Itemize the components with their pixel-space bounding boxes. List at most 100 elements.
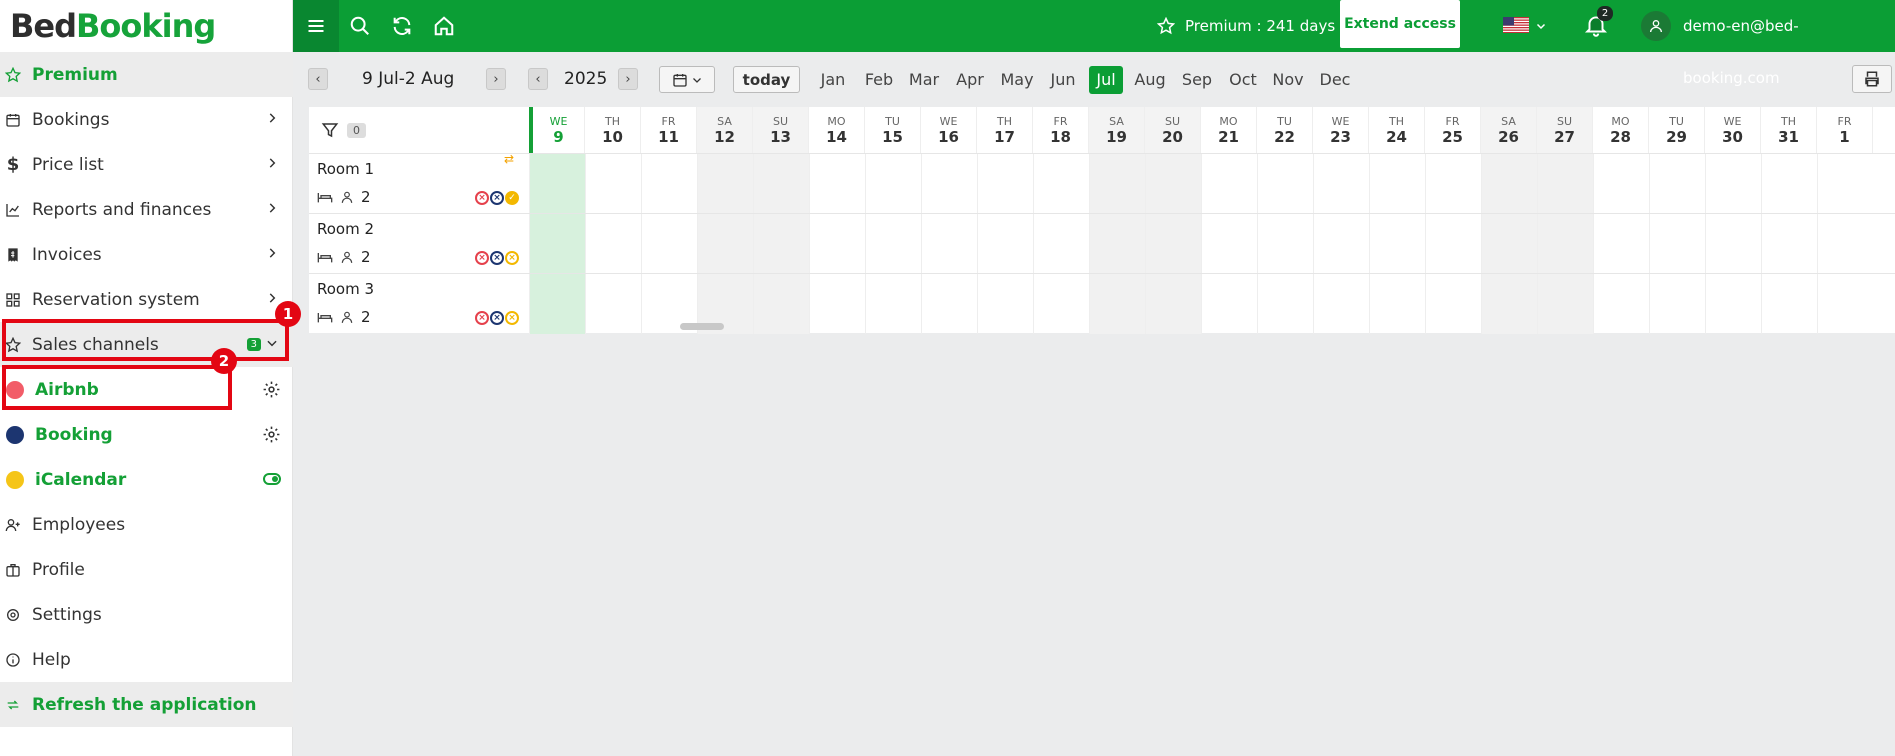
sidebar-item-reports[interactable]: Reports and finances: [0, 187, 293, 232]
calendar-cell[interactable]: [1201, 154, 1257, 214]
day-header[interactable]: MO 14: [809, 107, 865, 153]
calendar-cell[interactable]: [529, 214, 585, 274]
calendar-cell[interactable]: [1145, 154, 1201, 214]
day-header[interactable]: TH 31: [1761, 107, 1817, 153]
channel-status-icons[interactable]: × × ✓: [475, 191, 520, 205]
calendar-cell[interactable]: [1089, 214, 1145, 274]
calendar-cell[interactable]: [1817, 214, 1873, 274]
gear-icon[interactable]: [262, 425, 281, 444]
us-flag-icon[interactable]: [1503, 17, 1529, 33]
calendar-cell[interactable]: [1425, 214, 1481, 274]
channel-status-icons[interactable]: × × ×: [475, 311, 520, 325]
day-header[interactable]: TU 15: [865, 107, 921, 153]
day-header[interactable]: FR 11: [641, 107, 697, 153]
calendar-cell[interactable]: [1705, 154, 1761, 214]
day-header[interactable]: TH 24: [1369, 107, 1425, 153]
toggle-icon[interactable]: [263, 473, 281, 485]
calendar-cell[interactable]: [921, 274, 977, 334]
day-header[interactable]: FR 18: [1033, 107, 1089, 153]
day-header[interactable]: WE 9: [529, 107, 585, 153]
chevron-down-icon[interactable]: [1535, 20, 1547, 32]
day-header[interactable]: WE 16: [921, 107, 977, 153]
sidebar-item-reservation-system[interactable]: Reservation system: [0, 277, 293, 322]
calendar-cell[interactable]: [1089, 274, 1145, 334]
calendar-cell[interactable]: [1537, 154, 1593, 214]
calendar-cell[interactable]: [697, 154, 753, 214]
calendar-cell[interactable]: [1369, 214, 1425, 274]
day-header[interactable]: SA 26: [1481, 107, 1537, 153]
day-header[interactable]: SA 19: [1089, 107, 1145, 153]
next-year-button[interactable]: ›: [618, 68, 638, 90]
day-header[interactable]: WE 30: [1705, 107, 1761, 153]
calendar-cell[interactable]: [1369, 274, 1425, 334]
month-sep[interactable]: Sep: [1180, 66, 1214, 94]
day-header[interactable]: TU 29: [1649, 107, 1705, 153]
calendar-cell[interactable]: [1033, 154, 1089, 214]
calendar-cell[interactable]: [1481, 274, 1537, 334]
calendar-cell[interactable]: [1761, 274, 1817, 334]
calendar-cell[interactable]: [585, 214, 641, 274]
calendar-cell[interactable]: [1537, 274, 1593, 334]
calendar-cell[interactable]: [1705, 274, 1761, 334]
calendar-cell[interactable]: [1257, 274, 1313, 334]
calendar-cell[interactable]: [865, 274, 921, 334]
calendar-cell[interactable]: [1481, 214, 1537, 274]
calendar-cell[interactable]: [753, 274, 809, 334]
calendar-cell[interactable]: [1817, 154, 1873, 214]
prev-range-button[interactable]: ‹: [308, 68, 328, 90]
app-logo[interactable]: Bed Booking: [0, 0, 292, 52]
calendar-picker-button[interactable]: [659, 66, 715, 93]
calendar-cell[interactable]: [1481, 154, 1537, 214]
day-header[interactable]: MO 28: [1593, 107, 1649, 153]
month-oct[interactable]: Oct: [1226, 66, 1260, 94]
premium-status[interactable]: Premium : 241 days: [1157, 0, 1335, 52]
sync-button[interactable]: [389, 13, 415, 39]
day-header[interactable]: SU 20: [1145, 107, 1201, 153]
day-header[interactable]: MO 21: [1201, 107, 1257, 153]
calendar-cell[interactable]: [1425, 154, 1481, 214]
calendar-cell[interactable]: [641, 214, 697, 274]
sidebar-item-price-list[interactable]: $ Price list: [0, 142, 293, 187]
calendar-cell[interactable]: [1369, 154, 1425, 214]
calendar-cell[interactable]: [585, 154, 641, 214]
sidebar-item-premium[interactable]: Premium: [0, 52, 293, 97]
month-feb[interactable]: Feb: [862, 66, 896, 94]
print-button[interactable]: [1852, 65, 1892, 93]
calendar-cell[interactable]: [529, 154, 585, 214]
channel-icalendar[interactable]: iCalendar: [0, 457, 293, 502]
calendar-cell[interactable]: [1201, 274, 1257, 334]
calendar-cell[interactable]: [1033, 214, 1089, 274]
user-avatar[interactable]: [1641, 11, 1671, 41]
user-email[interactable]: demo-en@bed-booking.com: [1683, 0, 1895, 87]
day-header[interactable]: TH 17: [977, 107, 1033, 153]
calendar-cell[interactable]: [921, 214, 977, 274]
calendar-cell[interactable]: [1145, 274, 1201, 334]
calendar-cell[interactable]: [1649, 154, 1705, 214]
month-mar[interactable]: Mar: [907, 66, 941, 94]
day-header[interactable]: TU 22: [1257, 107, 1313, 153]
room-name[interactable]: Room 2: [317, 220, 374, 238]
day-header[interactable]: SA 12: [697, 107, 753, 153]
sidebar-item-employees[interactable]: Employees: [0, 502, 293, 547]
calendar-cell[interactable]: [977, 214, 1033, 274]
search-button[interactable]: [347, 13, 373, 39]
sidebar-item-profile[interactable]: Profile: [0, 547, 293, 592]
calendar-cell[interactable]: [585, 274, 641, 334]
sidebar-item-bookings[interactable]: Bookings: [0, 97, 293, 142]
calendar-cell[interactable]: [1257, 214, 1313, 274]
calendar-cell[interactable]: [1257, 154, 1313, 214]
calendar-cell[interactable]: [529, 274, 585, 334]
calendar-cell[interactable]: [1537, 214, 1593, 274]
calendar-cell[interactable]: [753, 214, 809, 274]
calendar-cell[interactable]: [1313, 274, 1369, 334]
calendar-cell[interactable]: [641, 154, 697, 214]
month-jul[interactable]: Jul: [1089, 66, 1123, 94]
menu-button[interactable]: [293, 0, 339, 52]
sidebar-item-settings[interactable]: Settings: [0, 592, 293, 637]
month-nov[interactable]: Nov: [1271, 66, 1305, 94]
calendar-cell[interactable]: [977, 274, 1033, 334]
sidebar-item-help[interactable]: Help: [0, 637, 293, 682]
calendar-cell[interactable]: [809, 154, 865, 214]
calendar-cell[interactable]: [1761, 214, 1817, 274]
day-header[interactable]: FR 25: [1425, 107, 1481, 153]
